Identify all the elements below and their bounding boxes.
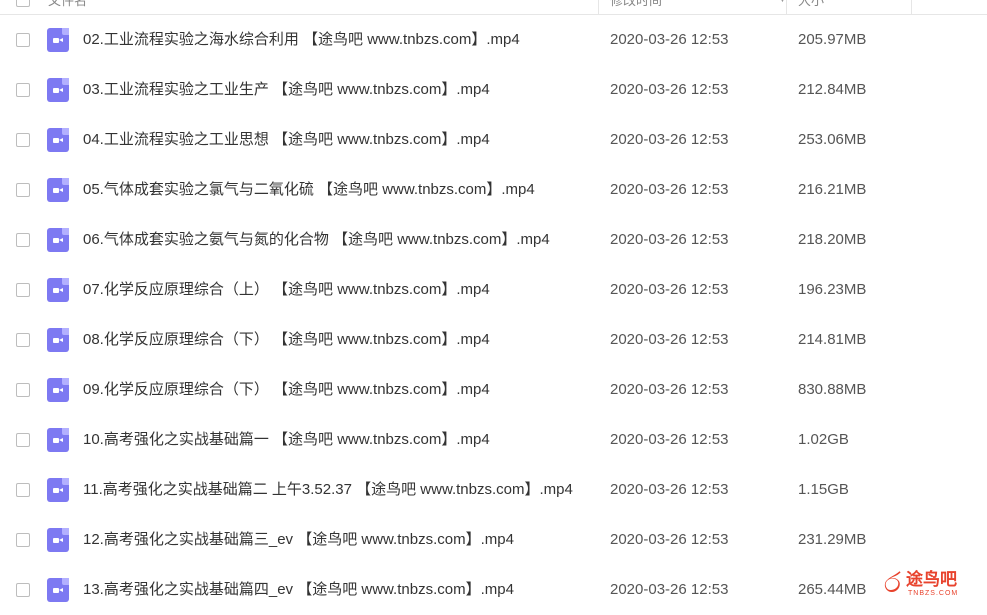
- row-checkbox[interactable]: [16, 83, 30, 97]
- file-name[interactable]: 13.高考强化之实战基础篇四_ev 【途鸟吧 www.tnbzs.com】.mp…: [83, 581, 593, 599]
- file-size: 253.06MB: [798, 131, 867, 148]
- file-row[interactable]: 02.工业流程实验之海水综合利用 【途鸟吧 www.tnbzs.com】.mp4…: [0, 15, 987, 65]
- file-modified-date: 2020-03-26 12:53: [610, 181, 729, 198]
- row-checkbox[interactable]: [16, 133, 30, 147]
- video-file-icon: [47, 78, 69, 102]
- row-checkbox[interactable]: [16, 433, 30, 447]
- file-size: 1.15GB: [798, 481, 849, 498]
- column-header-name[interactable]: 文件名: [48, 0, 87, 10]
- file-name[interactable]: 07.化学反应原理综合（上） 【途鸟吧 www.tnbzs.com】.mp4: [83, 281, 593, 299]
- file-row[interactable]: 11.高考强化之实战基础篇二 上午3.52.37 【途鸟吧 www.tnbzs.…: [0, 465, 987, 515]
- file-name[interactable]: 02.工业流程实验之海水综合利用 【途鸟吧 www.tnbzs.com】.mp4: [83, 31, 593, 49]
- watermark: ර 途鸟吧 TNBZS.COM: [880, 566, 980, 602]
- row-checkbox[interactable]: [16, 383, 30, 397]
- column-header-modified[interactable]: 修改时间: [610, 0, 662, 10]
- file-size: 231.29MB: [798, 531, 867, 548]
- row-checkbox[interactable]: [16, 333, 30, 347]
- file-modified-date: 2020-03-26 12:53: [610, 281, 729, 298]
- video-file-icon: [47, 178, 69, 202]
- file-size: 265.44MB: [798, 581, 867, 598]
- file-name[interactable]: 12.高考强化之实战基础篇三_ev 【途鸟吧 www.tnbzs.com】.mp…: [83, 531, 593, 549]
- file-row[interactable]: 13.高考强化之实战基础篇四_ev 【途鸟吧 www.tnbzs.com】.mp…: [0, 565, 987, 615]
- video-file-icon: [47, 278, 69, 302]
- file-modified-date: 2020-03-26 12:53: [610, 381, 729, 398]
- file-modified-date: 2020-03-26 12:53: [610, 81, 729, 98]
- video-file-icon: [47, 528, 69, 552]
- file-size: 1.02GB: [798, 431, 849, 448]
- file-row[interactable]: 12.高考强化之实战基础篇三_ev 【途鸟吧 www.tnbzs.com】.mp…: [0, 515, 987, 565]
- file-name[interactable]: 08.化学反应原理综合（下） 【途鸟吧 www.tnbzs.com】.mp4: [83, 331, 593, 349]
- file-modified-date: 2020-03-26 12:53: [610, 31, 729, 48]
- file-size: 196.23MB: [798, 281, 867, 298]
- file-modified-date: 2020-03-26 12:53: [610, 231, 729, 248]
- file-size: 830.88MB: [798, 381, 867, 398]
- file-row[interactable]: 07.化学反应原理综合（上） 【途鸟吧 www.tnbzs.com】.mp4 20…: [0, 265, 987, 315]
- row-checkbox[interactable]: [16, 33, 30, 47]
- file-row[interactable]: 10.高考强化之实战基础篇一 【途鸟吧 www.tnbzs.com】.mp4 20…: [0, 415, 987, 465]
- file-list-header: 文件名 修改时间 ▼ 大小: [0, 0, 987, 15]
- column-header-size[interactable]: 大小: [798, 0, 824, 10]
- row-checkbox[interactable]: [16, 283, 30, 297]
- file-row[interactable]: 03.工业流程实验之工业生产 【途鸟吧 www.tnbzs.com】.mp4 20…: [0, 65, 987, 115]
- video-file-icon: [47, 378, 69, 402]
- file-row[interactable]: 09.化学反应原理综合（下） 【途鸟吧 www.tnbzs.com】.mp4 20…: [0, 365, 987, 415]
- file-size: 218.20MB: [798, 231, 867, 248]
- file-modified-date: 2020-03-26 12:53: [610, 581, 729, 598]
- file-row[interactable]: 08.化学反应原理综合（下） 【途鸟吧 www.tnbzs.com】.mp4 20…: [0, 315, 987, 365]
- file-modified-date: 2020-03-26 12:53: [610, 431, 729, 448]
- file-size: 214.81MB: [798, 331, 867, 348]
- watermark-text: 途鸟吧: [906, 570, 957, 589]
- row-checkbox[interactable]: [16, 183, 30, 197]
- file-name[interactable]: 11.高考强化之实战基础篇二 上午3.52.37 【途鸟吧 www.tnbzs.…: [83, 481, 593, 499]
- file-name[interactable]: 05.气体成套实验之氯气与二氧化硫 【途鸟吧 www.tnbzs.com】.mp…: [83, 181, 593, 199]
- column-divider: [786, 0, 787, 14]
- column-divider: [911, 0, 912, 14]
- video-file-icon: [47, 328, 69, 352]
- file-modified-date: 2020-03-26 12:53: [610, 131, 729, 148]
- file-row[interactable]: 04.工业流程实验之工业思想 【途鸟吧 www.tnbzs.com】.mp4 20…: [0, 115, 987, 165]
- file-row[interactable]: 06.气体成套实验之氨气与氮的化合物 【途鸟吧 www.tnbzs.com】.m…: [0, 215, 987, 265]
- file-size: 205.97MB: [798, 31, 867, 48]
- video-file-icon: [47, 28, 69, 52]
- video-file-icon: [47, 478, 69, 502]
- file-name[interactable]: 06.气体成套实验之氨气与氮的化合物 【途鸟吧 www.tnbzs.com】.m…: [83, 231, 593, 249]
- file-modified-date: 2020-03-26 12:53: [610, 531, 729, 548]
- row-checkbox[interactable]: [16, 583, 30, 597]
- column-divider: [598, 0, 599, 14]
- file-size: 212.84MB: [798, 81, 867, 98]
- watermark-subtext: TNBZS.COM: [908, 590, 959, 597]
- file-list: 02.工业流程实验之海水综合利用 【途鸟吧 www.tnbzs.com】.mp4…: [0, 15, 987, 615]
- file-modified-date: 2020-03-26 12:53: [610, 331, 729, 348]
- row-checkbox[interactable]: [16, 233, 30, 247]
- file-name[interactable]: 10.高考强化之实战基础篇一 【途鸟吧 www.tnbzs.com】.mp4: [83, 431, 593, 449]
- watermark-logo-icon: ර: [884, 567, 901, 598]
- file-row[interactable]: 05.气体成套实验之氯气与二氧化硫 【途鸟吧 www.tnbzs.com】.mp…: [0, 165, 987, 215]
- file-size: 216.21MB: [798, 181, 867, 198]
- video-file-icon: [47, 578, 69, 602]
- file-modified-date: 2020-03-26 12:53: [610, 481, 729, 498]
- file-name[interactable]: 09.化学反应原理综合（下） 【途鸟吧 www.tnbzs.com】.mp4: [83, 381, 593, 399]
- file-name[interactable]: 03.工业流程实验之工业生产 【途鸟吧 www.tnbzs.com】.mp4: [83, 81, 593, 99]
- file-name[interactable]: 04.工业流程实验之工业思想 【途鸟吧 www.tnbzs.com】.mp4: [83, 131, 593, 149]
- select-all-checkbox[interactable]: [16, 0, 30, 7]
- video-file-icon: [47, 428, 69, 452]
- video-file-icon: [47, 228, 69, 252]
- row-checkbox[interactable]: [16, 533, 30, 547]
- row-checkbox[interactable]: [16, 483, 30, 497]
- video-file-icon: [47, 128, 69, 152]
